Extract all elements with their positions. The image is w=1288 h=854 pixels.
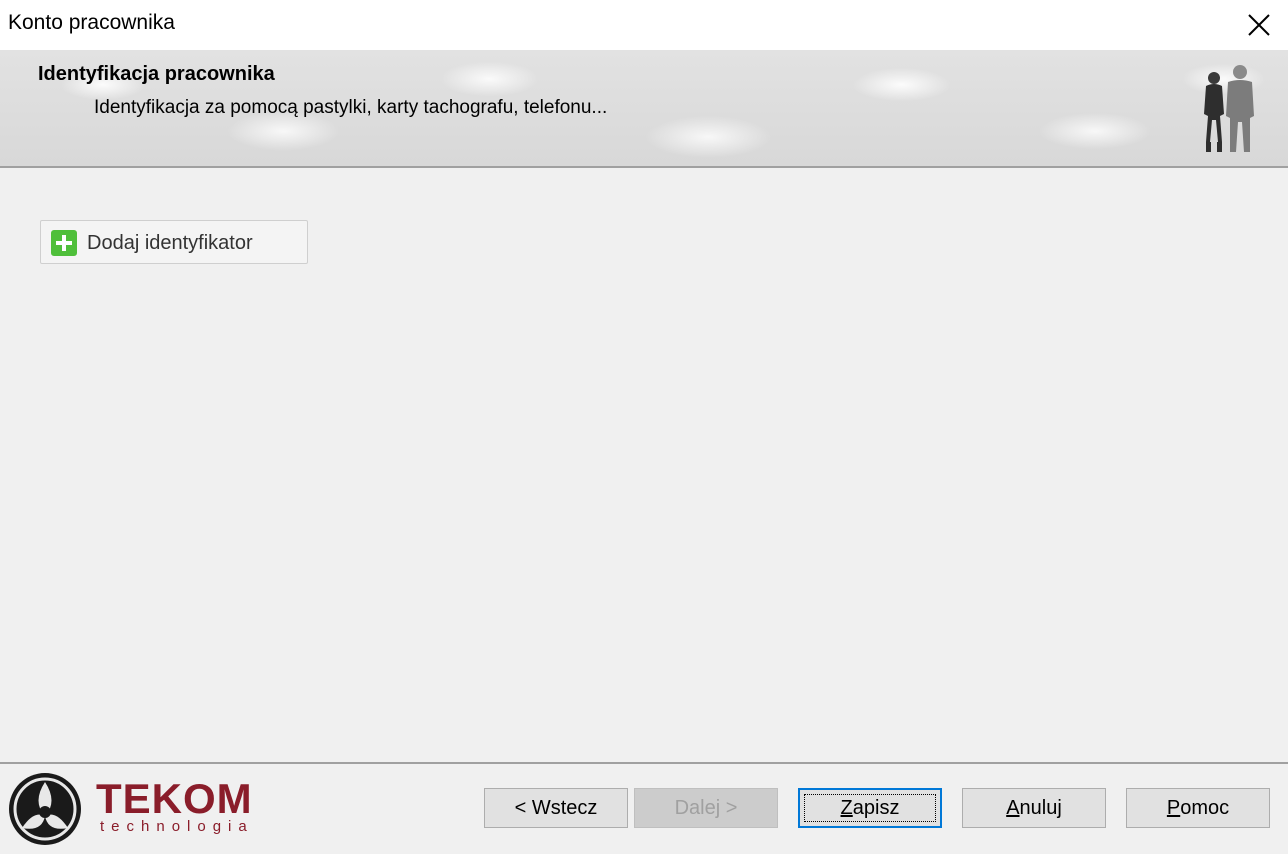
- wizard-footer: TEKOM technologia < Wstecz Dalej > Zapis…: [0, 762, 1288, 854]
- help-label: omoc: [1180, 796, 1230, 819]
- window-title: Konto pracownika: [8, 11, 175, 34]
- cancel-mnemonic: A: [1006, 796, 1020, 819]
- help-mnemonic: P: [1166, 796, 1181, 819]
- content-area: Dodaj identyfikator: [0, 170, 1288, 762]
- next-button[interactable]: Dalej >: [634, 788, 778, 828]
- add-icon: [51, 230, 77, 256]
- add-identifier-label: Dodaj identyfikator: [87, 232, 253, 254]
- people-silhouette-icon: [1204, 65, 1254, 152]
- focus-rectangle: [804, 794, 936, 822]
- logo-name: TEKOM: [96, 775, 253, 822]
- add-identifier-button[interactable]: Dodaj identyfikator: [40, 220, 308, 264]
- back-button[interactable]: < Wstecz: [484, 788, 628, 828]
- header-title: Identyfikacja pracownika: [38, 63, 275, 85]
- help-button[interactable]: Pomoc: [1126, 788, 1270, 828]
- close-button[interactable]: [1230, 0, 1288, 50]
- title-bar: Konto pracownika: [0, 0, 1288, 50]
- cancel-label: nuluj: [1019, 796, 1062, 819]
- save-button[interactable]: Zapisz: [798, 788, 942, 828]
- cancel-button[interactable]: Anuluj: [962, 788, 1106, 828]
- close-icon: [1248, 14, 1270, 36]
- wizard-header: Identyfikacja pracownika Identyfikacja z…: [0, 50, 1288, 168]
- tekom-logo-icon: [9, 773, 81, 845]
- logo-tagline: technologia: [100, 818, 254, 835]
- header-subtitle: Identyfikacja za pomocą pastylki, karty …: [94, 97, 608, 118]
